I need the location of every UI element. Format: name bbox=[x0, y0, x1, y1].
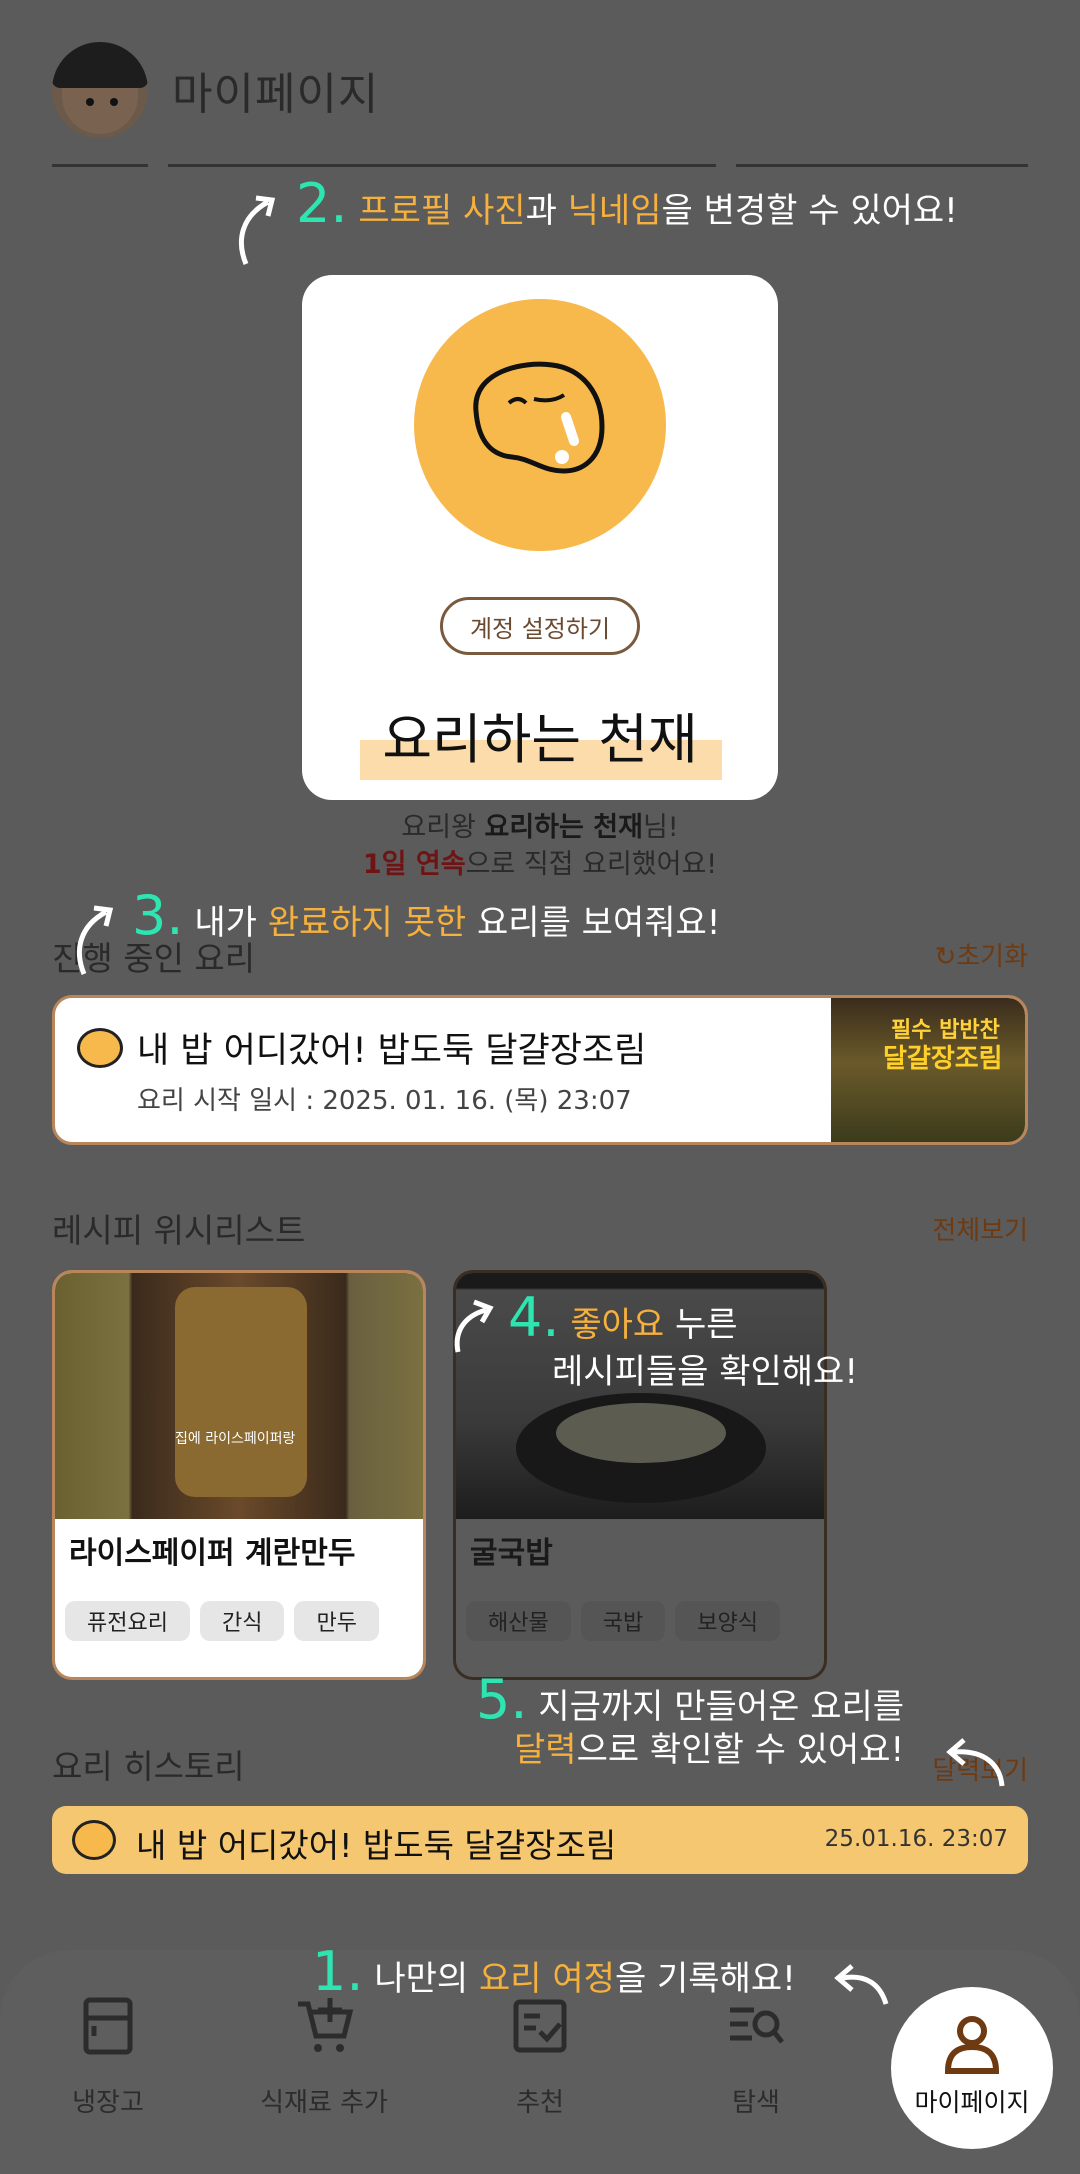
section-title-history: 요리 히스토리 bbox=[52, 1747, 245, 1786]
cooked-time: 25.01.16. 23:07 bbox=[824, 1826, 1008, 1852]
nav-fridge[interactable]: 냉장고 bbox=[0, 1950, 216, 2174]
cart-add-icon bbox=[298, 1998, 354, 2052]
page-title: 마이페이지 bbox=[172, 69, 380, 120]
egg-mascot-icon bbox=[473, 361, 605, 474]
refresh-icon: ↻ bbox=[934, 942, 957, 972]
nickname: 요리하는 천재 bbox=[382, 708, 698, 771]
checklist-icon bbox=[513, 1999, 567, 2053]
cook-king-line: 요리왕 요리하는 천재님! bbox=[401, 812, 679, 843]
search-list-icon bbox=[730, 2007, 784, 2044]
egg-mascot-icon bbox=[72, 1820, 116, 1860]
tip-in-progress: 3. 내가 완료하지 못한 요리를 보여줘요! bbox=[132, 884, 721, 947]
tag-list: 퓨전요리 간식 만두 bbox=[65, 1601, 379, 1641]
tag[interactable]: 만두 bbox=[294, 1601, 379, 1641]
tag-list: 해산물 국밥 보양식 bbox=[466, 1601, 780, 1641]
recipe-thumbnail: 필수 밥반찬 달걀장조림 bbox=[831, 998, 1025, 1142]
tag[interactable]: 해산물 bbox=[466, 1601, 571, 1641]
fridge-icon bbox=[83, 1997, 133, 2055]
tip-wishlist-line2: 레시피들을 확인해요! bbox=[552, 1352, 858, 1392]
tag[interactable]: 국밥 bbox=[580, 1601, 666, 1641]
tip-mypage: 1. 나만의 요리 여정을 기록해요! bbox=[312, 1940, 796, 2003]
view-all-link[interactable]: 전체보기 bbox=[932, 1210, 1028, 1247]
curved-arrow-icon bbox=[76, 905, 114, 975]
header-divider bbox=[168, 164, 716, 167]
recipe-name: 내 밥 어디갔어! 밥도둑 달걀장조림 bbox=[136, 1826, 617, 1865]
reset-button[interactable]: ↻초기화 bbox=[934, 936, 1028, 973]
profile-card: 계정 설정하기 요리하는 천재 bbox=[302, 275, 778, 800]
egg-mascot-icon bbox=[77, 1028, 123, 1068]
recipe-title: 굴국밥 bbox=[470, 1536, 553, 1571]
curved-arrow-icon bbox=[454, 1299, 494, 1353]
streak-line: 1일 연속으로 직접 요리했어요! bbox=[362, 849, 718, 880]
tip-profile: 2. 프로필 사진과 닉네임을 변경할 수 있어요! bbox=[296, 172, 958, 235]
tip-wishlist: 4. 좋아요 누른 bbox=[508, 1286, 738, 1349]
account-settings-button[interactable]: 계정 설정하기 bbox=[440, 597, 640, 655]
tag[interactable]: 간식 bbox=[199, 1601, 285, 1641]
wishlist-card[interactable]: 집에 라이스페이퍼랑 라이스페이퍼 계란만두 퓨전요리 간식 만두 bbox=[52, 1270, 426, 1680]
tip-history-line2: 달력으로 확인할 수 있어요! bbox=[514, 1730, 905, 1770]
curved-arrow-icon bbox=[946, 1738, 1005, 1787]
section-title-wishlist: 레시피 위시리스트 bbox=[52, 1211, 306, 1250]
history-item[interactable]: 내 밥 어디갔어! 밥도둑 달걀장조림 25.01.16. 23:07 bbox=[52, 1806, 1028, 1874]
tag[interactable]: 퓨전요리 bbox=[65, 1601, 190, 1641]
recipe-title: 라이스페이퍼 계란만두 bbox=[69, 1536, 356, 1571]
curved-arrow-icon bbox=[238, 195, 276, 265]
tag[interactable]: 보양식 bbox=[675, 1601, 780, 1641]
start-datetime: 요리 시작 일시 : 2025. 01. 16. (목) 23:07 bbox=[137, 1086, 632, 1116]
recipe-name: 내 밥 어디갔어! 밥도둑 달걀장조림 bbox=[137, 1031, 647, 1071]
profile-picture[interactable] bbox=[414, 299, 666, 551]
recipe-thumbnail: 집에 라이스페이퍼랑 bbox=[55, 1273, 423, 1519]
header-divider bbox=[52, 164, 148, 167]
curved-arrow-icon bbox=[834, 1964, 889, 2005]
header-divider bbox=[736, 164, 1028, 167]
avatar[interactable] bbox=[52, 42, 148, 138]
nav-mypage[interactable]: 마이페이지 bbox=[891, 1987, 1053, 2149]
in-progress-card[interactable]: 내 밥 어디갔어! 밥도둑 달걀장조림 요리 시작 일시 : 2025. 01.… bbox=[52, 995, 1028, 1145]
person-icon bbox=[944, 2016, 1000, 2074]
